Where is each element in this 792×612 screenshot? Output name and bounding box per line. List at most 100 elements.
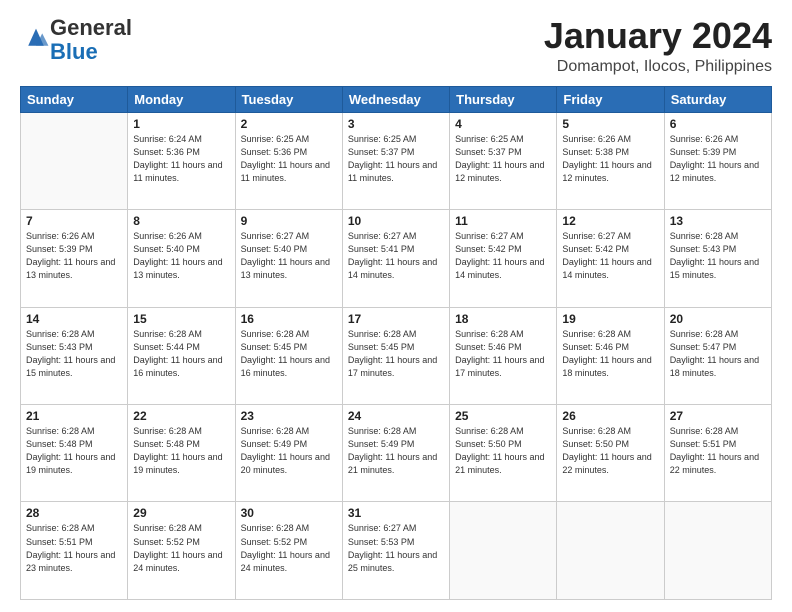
logo-general-text: General	[50, 15, 132, 40]
table-row: 4 Sunrise: 6:25 AMSunset: 5:37 PMDayligh…	[450, 112, 557, 209]
header-sunday: Sunday	[21, 86, 128, 112]
table-row: 26 Sunrise: 6:28 AMSunset: 5:50 PMDaylig…	[557, 405, 664, 502]
day-number: 16	[241, 312, 337, 326]
day-info: Sunrise: 6:28 AMSunset: 5:48 PMDaylight:…	[26, 425, 122, 477]
day-number: 5	[562, 117, 658, 131]
day-info: Sunrise: 6:26 AMSunset: 5:39 PMDaylight:…	[26, 230, 122, 282]
day-info: Sunrise: 6:27 AMSunset: 5:42 PMDaylight:…	[562, 230, 658, 282]
calendar-week-row: 14 Sunrise: 6:28 AMSunset: 5:43 PMDaylig…	[21, 307, 772, 404]
table-row: 8 Sunrise: 6:26 AMSunset: 5:40 PMDayligh…	[128, 210, 235, 307]
logo-icon	[22, 24, 50, 52]
day-number: 30	[241, 506, 337, 520]
day-number: 23	[241, 409, 337, 423]
table-row	[21, 112, 128, 209]
day-info: Sunrise: 6:28 AMSunset: 5:51 PMDaylight:…	[670, 425, 766, 477]
title-block: January 2024 Domampot, Ilocos, Philippin…	[544, 16, 772, 76]
table-row: 22 Sunrise: 6:28 AMSunset: 5:48 PMDaylig…	[128, 405, 235, 502]
calendar-header-row: Sunday Monday Tuesday Wednesday Thursday…	[21, 86, 772, 112]
day-info: Sunrise: 6:28 AMSunset: 5:52 PMDaylight:…	[133, 522, 229, 574]
header-friday: Friday	[557, 86, 664, 112]
calendar-week-row: 28 Sunrise: 6:28 AMSunset: 5:51 PMDaylig…	[21, 502, 772, 600]
day-info: Sunrise: 6:27 AMSunset: 5:40 PMDaylight:…	[241, 230, 337, 282]
day-number: 20	[670, 312, 766, 326]
month-title: January 2024	[544, 16, 772, 56]
day-number: 10	[348, 214, 444, 228]
table-row: 3 Sunrise: 6:25 AMSunset: 5:37 PMDayligh…	[342, 112, 449, 209]
day-info: Sunrise: 6:27 AMSunset: 5:41 PMDaylight:…	[348, 230, 444, 282]
table-row: 2 Sunrise: 6:25 AMSunset: 5:36 PMDayligh…	[235, 112, 342, 209]
day-number: 4	[455, 117, 551, 131]
day-number: 19	[562, 312, 658, 326]
day-number: 14	[26, 312, 122, 326]
day-number: 17	[348, 312, 444, 326]
calendar-table: Sunday Monday Tuesday Wednesday Thursday…	[20, 86, 772, 600]
table-row: 20 Sunrise: 6:28 AMSunset: 5:47 PMDaylig…	[664, 307, 771, 404]
day-info: Sunrise: 6:26 AMSunset: 5:39 PMDaylight:…	[670, 133, 766, 185]
day-info: Sunrise: 6:27 AMSunset: 5:42 PMDaylight:…	[455, 230, 551, 282]
day-number: 1	[133, 117, 229, 131]
table-row: 24 Sunrise: 6:28 AMSunset: 5:49 PMDaylig…	[342, 405, 449, 502]
header-wednesday: Wednesday	[342, 86, 449, 112]
logo-blue-text: Blue	[50, 39, 98, 64]
table-row: 30 Sunrise: 6:28 AMSunset: 5:52 PMDaylig…	[235, 502, 342, 600]
day-info: Sunrise: 6:25 AMSunset: 5:37 PMDaylight:…	[348, 133, 444, 185]
day-info: Sunrise: 6:28 AMSunset: 5:43 PMDaylight:…	[670, 230, 766, 282]
day-number: 24	[348, 409, 444, 423]
day-info: Sunrise: 6:28 AMSunset: 5:48 PMDaylight:…	[133, 425, 229, 477]
day-number: 21	[26, 409, 122, 423]
table-row	[450, 502, 557, 600]
day-info: Sunrise: 6:28 AMSunset: 5:43 PMDaylight:…	[26, 328, 122, 380]
table-row: 9 Sunrise: 6:27 AMSunset: 5:40 PMDayligh…	[235, 210, 342, 307]
day-number: 3	[348, 117, 444, 131]
day-number: 9	[241, 214, 337, 228]
day-number: 13	[670, 214, 766, 228]
calendar-week-row: 21 Sunrise: 6:28 AMSunset: 5:48 PMDaylig…	[21, 405, 772, 502]
day-number: 29	[133, 506, 229, 520]
logo: General Blue	[20, 16, 132, 64]
table-row: 11 Sunrise: 6:27 AMSunset: 5:42 PMDaylig…	[450, 210, 557, 307]
table-row: 5 Sunrise: 6:26 AMSunset: 5:38 PMDayligh…	[557, 112, 664, 209]
table-row: 17 Sunrise: 6:28 AMSunset: 5:45 PMDaylig…	[342, 307, 449, 404]
table-row: 31 Sunrise: 6:27 AMSunset: 5:53 PMDaylig…	[342, 502, 449, 600]
table-row: 29 Sunrise: 6:28 AMSunset: 5:52 PMDaylig…	[128, 502, 235, 600]
day-number: 2	[241, 117, 337, 131]
day-info: Sunrise: 6:28 AMSunset: 5:46 PMDaylight:…	[455, 328, 551, 380]
table-row	[557, 502, 664, 600]
day-info: Sunrise: 6:28 AMSunset: 5:45 PMDaylight:…	[241, 328, 337, 380]
day-number: 27	[670, 409, 766, 423]
table-row: 21 Sunrise: 6:28 AMSunset: 5:48 PMDaylig…	[21, 405, 128, 502]
day-info: Sunrise: 6:28 AMSunset: 5:47 PMDaylight:…	[670, 328, 766, 380]
day-number: 25	[455, 409, 551, 423]
day-info: Sunrise: 6:24 AMSunset: 5:36 PMDaylight:…	[133, 133, 229, 185]
day-info: Sunrise: 6:25 AMSunset: 5:36 PMDaylight:…	[241, 133, 337, 185]
day-info: Sunrise: 6:28 AMSunset: 5:49 PMDaylight:…	[348, 425, 444, 477]
table-row	[664, 502, 771, 600]
day-number: 28	[26, 506, 122, 520]
day-info: Sunrise: 6:28 AMSunset: 5:50 PMDaylight:…	[562, 425, 658, 477]
table-row: 23 Sunrise: 6:28 AMSunset: 5:49 PMDaylig…	[235, 405, 342, 502]
day-info: Sunrise: 6:28 AMSunset: 5:50 PMDaylight:…	[455, 425, 551, 477]
day-number: 31	[348, 506, 444, 520]
header-tuesday: Tuesday	[235, 86, 342, 112]
day-info: Sunrise: 6:26 AMSunset: 5:38 PMDaylight:…	[562, 133, 658, 185]
day-info: Sunrise: 6:28 AMSunset: 5:52 PMDaylight:…	[241, 522, 337, 574]
table-row: 27 Sunrise: 6:28 AMSunset: 5:51 PMDaylig…	[664, 405, 771, 502]
table-row: 10 Sunrise: 6:27 AMSunset: 5:41 PMDaylig…	[342, 210, 449, 307]
header: General Blue January 2024 Domampot, Iloc…	[20, 16, 772, 76]
day-number: 11	[455, 214, 551, 228]
table-row: 28 Sunrise: 6:28 AMSunset: 5:51 PMDaylig…	[21, 502, 128, 600]
day-number: 22	[133, 409, 229, 423]
day-info: Sunrise: 6:28 AMSunset: 5:46 PMDaylight:…	[562, 328, 658, 380]
day-info: Sunrise: 6:26 AMSunset: 5:40 PMDaylight:…	[133, 230, 229, 282]
day-number: 18	[455, 312, 551, 326]
day-info: Sunrise: 6:28 AMSunset: 5:49 PMDaylight:…	[241, 425, 337, 477]
calendar-week-row: 7 Sunrise: 6:26 AMSunset: 5:39 PMDayligh…	[21, 210, 772, 307]
table-row: 12 Sunrise: 6:27 AMSunset: 5:42 PMDaylig…	[557, 210, 664, 307]
table-row: 6 Sunrise: 6:26 AMSunset: 5:39 PMDayligh…	[664, 112, 771, 209]
page: General Blue January 2024 Domampot, Iloc…	[0, 0, 792, 612]
day-number: 8	[133, 214, 229, 228]
day-number: 7	[26, 214, 122, 228]
day-number: 6	[670, 117, 766, 131]
day-info: Sunrise: 6:25 AMSunset: 5:37 PMDaylight:…	[455, 133, 551, 185]
table-row: 19 Sunrise: 6:28 AMSunset: 5:46 PMDaylig…	[557, 307, 664, 404]
